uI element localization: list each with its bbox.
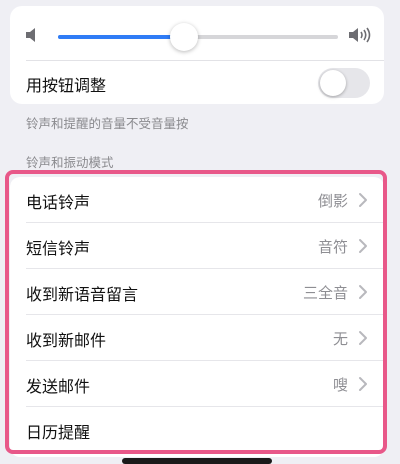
row-value: 无 (332, 330, 348, 348)
list-item-calendar-alerts[interactable]: 日历提醒 (10, 407, 384, 453)
change-with-buttons-label: 用按钮调整 (26, 76, 107, 95)
list-item-sent-mail[interactable]: 发送邮件 嗖 (10, 361, 384, 407)
list-item-ringtone[interactable]: 电话铃声 倒影 (10, 177, 384, 223)
row-value: 倒影 (317, 192, 348, 210)
list-item-new-voicemail[interactable]: 收到新语音留言 三全音 (10, 269, 384, 315)
volume-card: 用按钮调整 (10, 6, 384, 104)
row-label: 日历提醒 (26, 423, 91, 442)
volume-footnote: 铃声和提醒的音量不受音量按 (26, 116, 189, 131)
list-item-text-tone[interactable]: 短信铃声 音符 (10, 223, 384, 269)
section-header: 铃声和振动模式 (26, 155, 114, 170)
row-value: 三全音 (302, 284, 348, 302)
list-item-new-mail[interactable]: 收到新邮件 无 (10, 315, 384, 361)
chevron-right-icon (358, 192, 368, 208)
row-label: 收到新邮件 (26, 331, 107, 350)
speaker-low-icon (24, 26, 42, 44)
volume-slider-row (10, 16, 384, 56)
volume-slider[interactable] (58, 23, 338, 51)
toggle-knob (320, 70, 346, 96)
change-with-buttons-toggle[interactable] (318, 68, 370, 98)
change-with-buttons-row: 用按钮调整 (10, 62, 384, 102)
volume-slider-fill (58, 35, 184, 39)
home-indicator (122, 458, 272, 464)
chevron-right-icon (358, 376, 368, 392)
row-label: 收到新语音留言 (26, 285, 139, 304)
divider (26, 60, 384, 61)
row-value: 嗖 (332, 376, 348, 394)
chevron-right-icon (358, 238, 368, 254)
row-label: 电话铃声 (26, 193, 91, 212)
speaker-high-icon (348, 26, 372, 44)
row-value: 音符 (317, 238, 348, 256)
row-label: 短信铃声 (26, 239, 91, 258)
sounds-list: 电话铃声 倒影 短信铃声 音符 收到新语音留言 三全音 收到新邮件 无 发送邮件… (10, 177, 384, 457)
volume-slider-thumb[interactable] (170, 23, 198, 51)
row-label: 发送邮件 (26, 377, 91, 396)
chevron-right-icon (358, 330, 368, 346)
chevron-right-icon (358, 284, 368, 300)
